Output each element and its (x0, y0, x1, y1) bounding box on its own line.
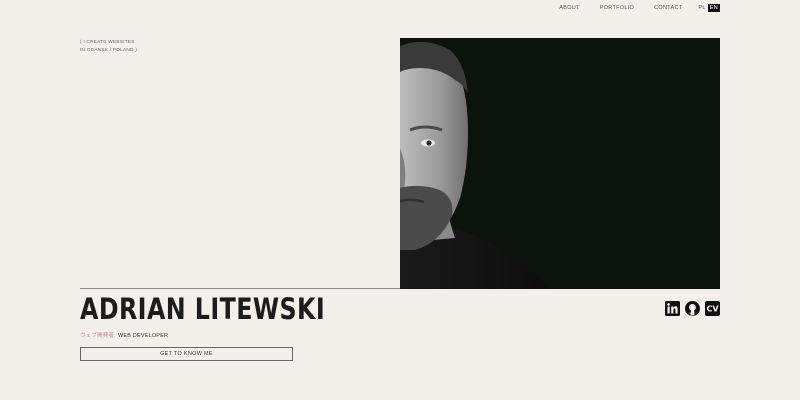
hero-tagline: ( I CREATE WEBSITES IN GDANSK / POLAND ) (80, 39, 137, 55)
get-to-know-me-button[interactable]: GET TO KNOW ME (80, 347, 293, 361)
top-nav: ABOUT PORTFOLIO CONTACT PL EN (539, 4, 720, 12)
nav-link-portfolio[interactable]: PORTFOLIO (600, 5, 634, 11)
language-switcher: PL EN (696, 4, 720, 12)
nav-link-contact[interactable]: CONTACT (654, 5, 682, 11)
subtitle-japanese: ウェブ開発者 (80, 333, 115, 339)
hero-name: ADRIAN LITEWSKI (80, 292, 326, 326)
hero-subtitle: ウェブ開発者 WEB DEVELOPER (80, 331, 168, 339)
linkedin-icon[interactable] (665, 301, 680, 316)
social-links: CV (665, 301, 720, 316)
hero-divider (80, 288, 400, 289)
lang-option-pl[interactable]: PL (696, 4, 707, 12)
tagline-line-2: IN GDANSK / POLAND ) (80, 48, 138, 53)
svg-text:CV: CV (706, 305, 719, 314)
github-icon[interactable] (685, 301, 700, 316)
portrait-photo (400, 38, 720, 289)
nav-link-about[interactable]: ABOUT (559, 5, 579, 11)
lang-option-en[interactable]: EN (707, 4, 720, 12)
portrait-illustration (400, 38, 720, 289)
subtitle-role: WEB DEVELOPER (117, 333, 169, 339)
tagline-line-1: ( I CREATE WEBSITES (80, 40, 135, 45)
cv-icon[interactable]: CV (705, 301, 720, 316)
